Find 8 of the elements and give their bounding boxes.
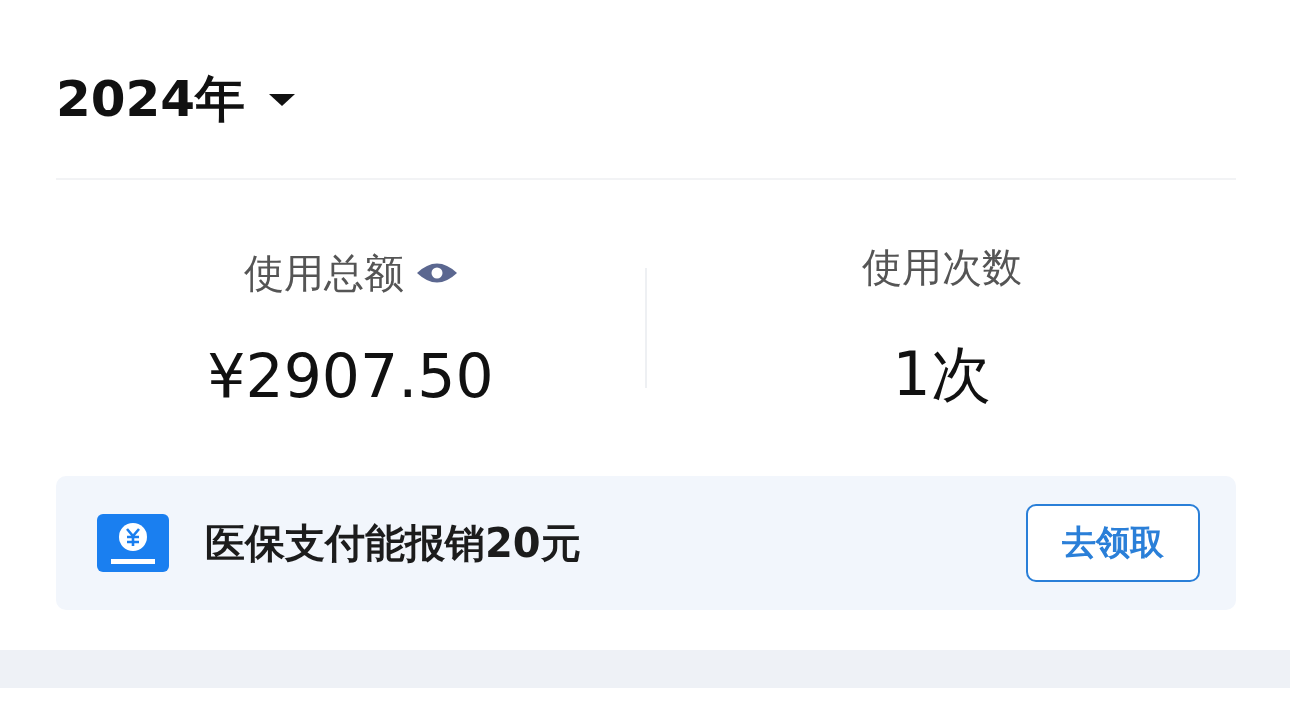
stat-value: 1次: [892, 338, 991, 411]
banner-text: 医保支付能报销20元: [205, 518, 582, 568]
stat-value: ¥2907.50: [207, 340, 494, 411]
year-dropdown[interactable]: 2024年: [56, 66, 298, 133]
stat-label: 使用总额: [243, 248, 404, 298]
payment-icon: [97, 514, 169, 572]
stat-label: 使用次数: [861, 243, 1022, 292]
claim-button[interactable]: 去领取: [1026, 504, 1200, 582]
